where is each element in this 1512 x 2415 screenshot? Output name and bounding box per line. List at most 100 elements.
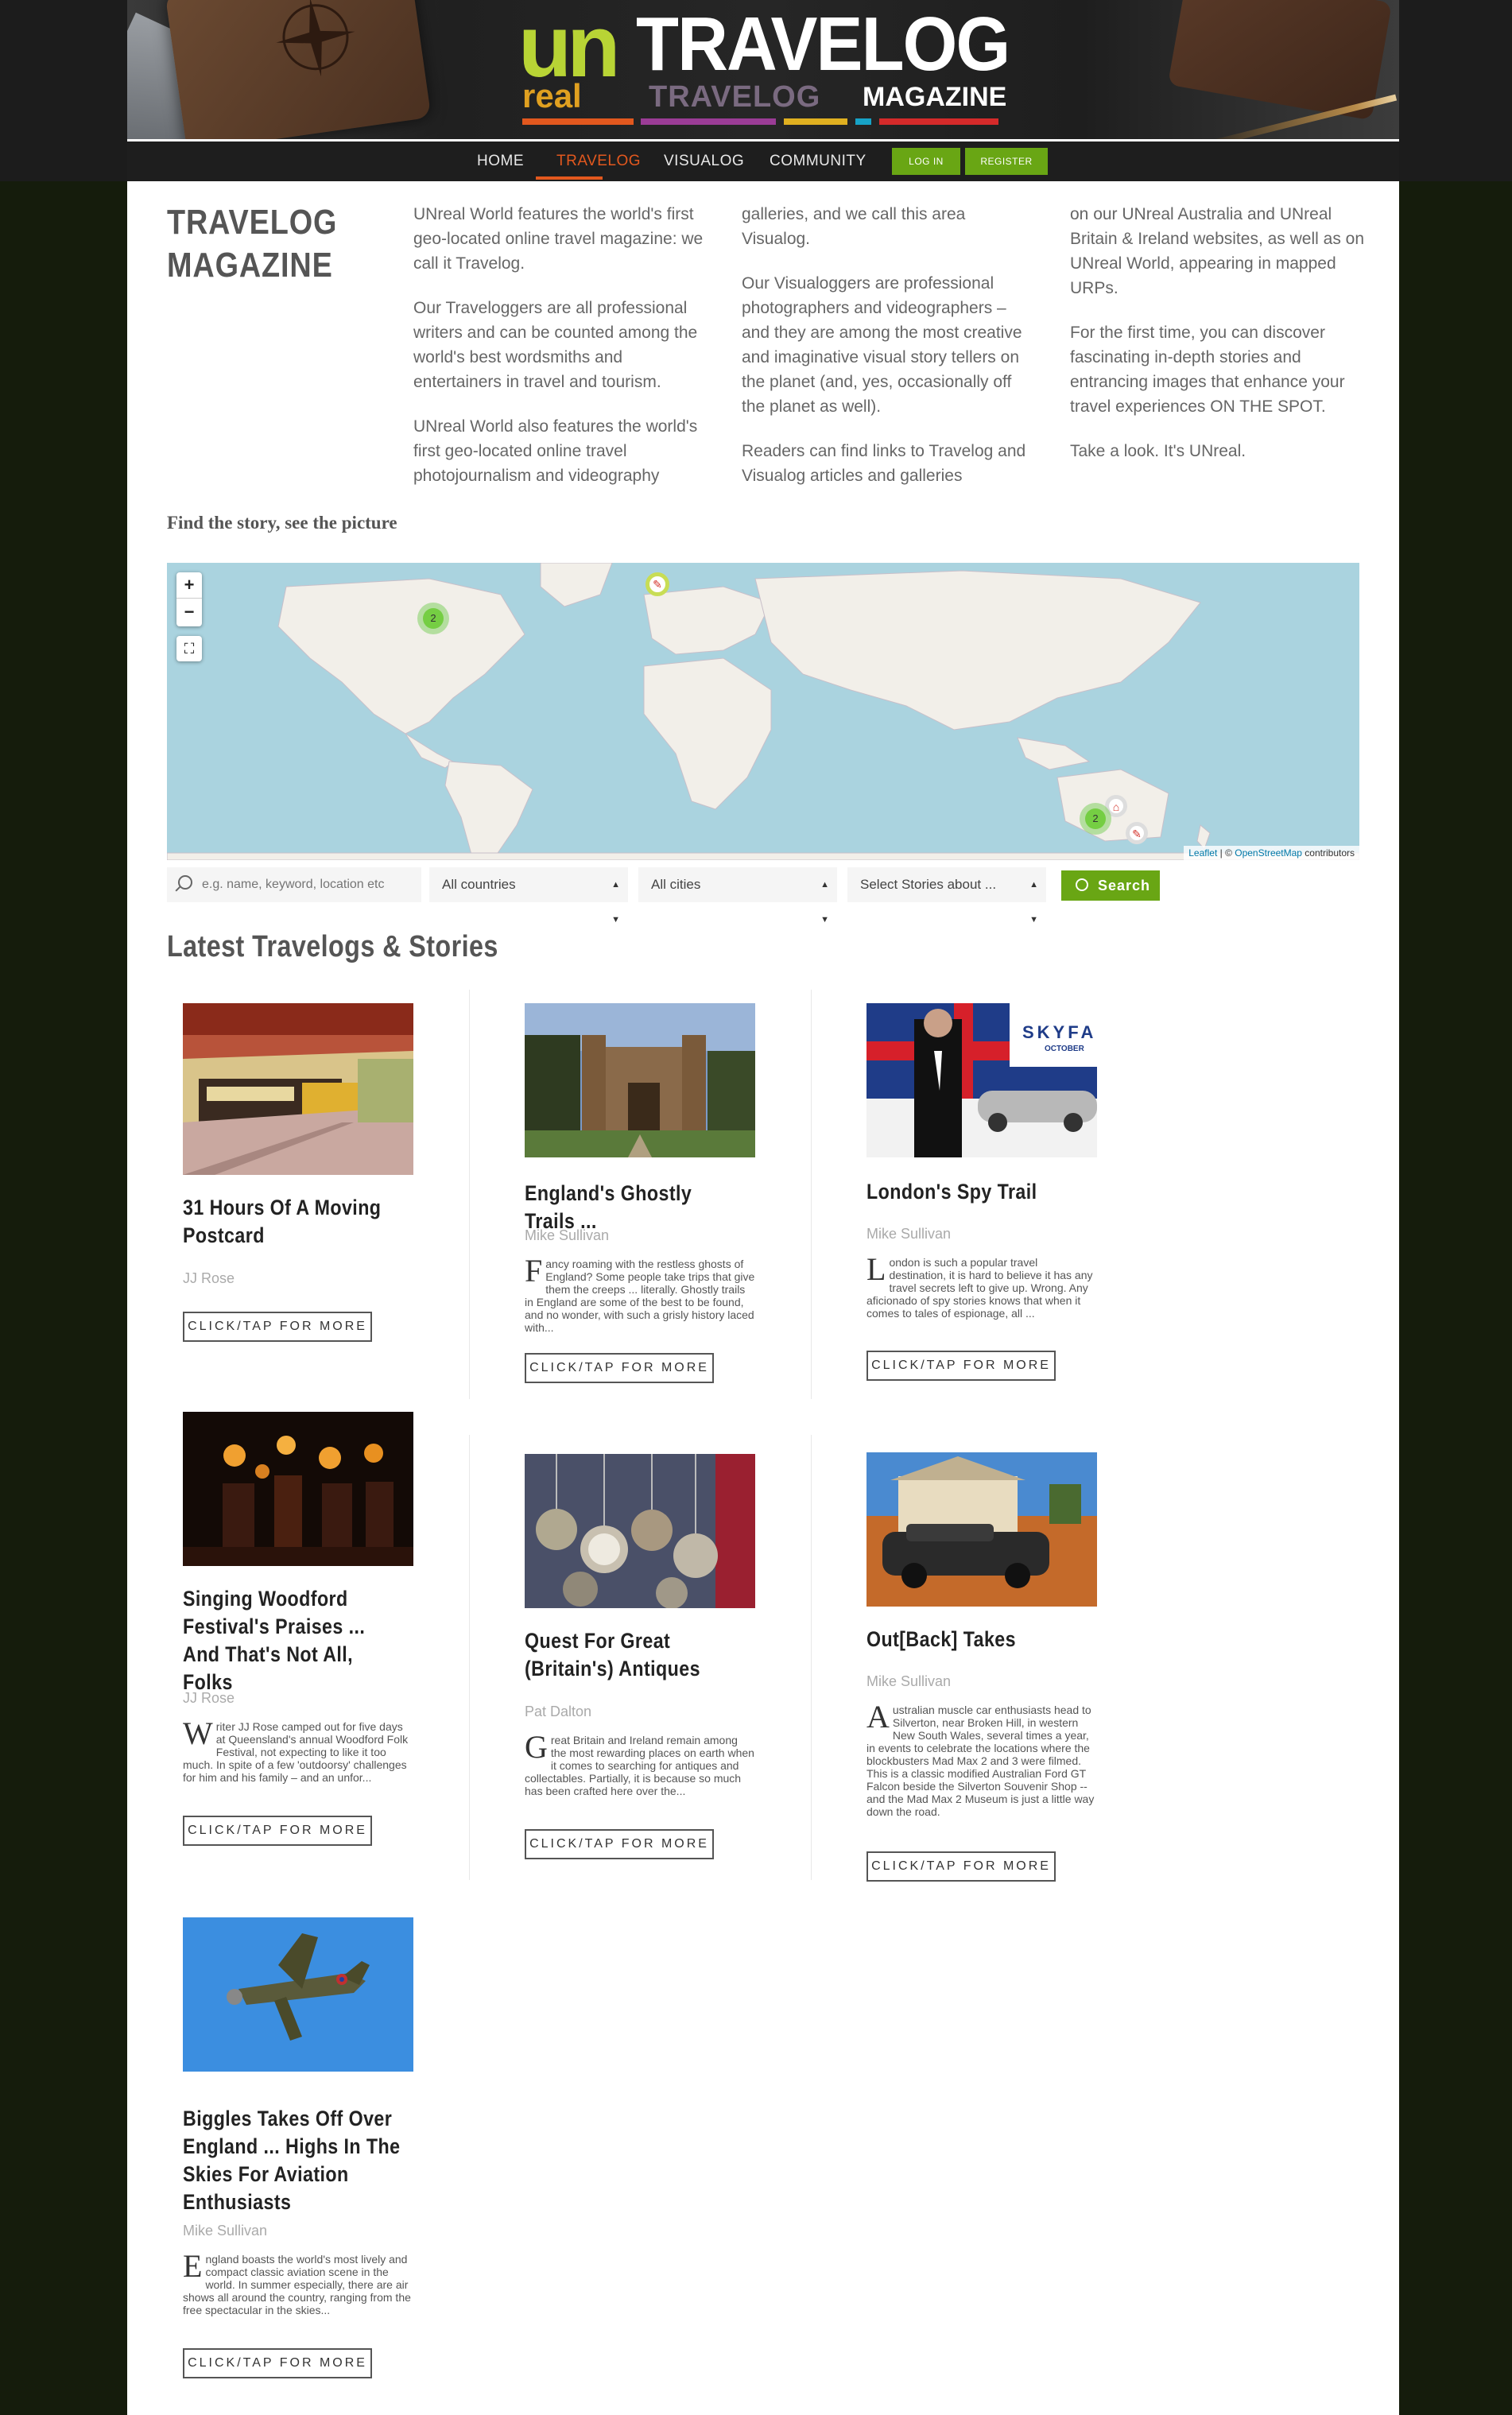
dropcap: G	[525, 1729, 548, 1765]
card-excerpt: Australian muscle car enthusiasts head t…	[866, 1699, 1097, 1819]
world-map-land	[167, 563, 1359, 860]
card-image-train[interactable]	[183, 1003, 413, 1175]
search-bar: All countries ▲▼ All cities ▲▼ Select St…	[167, 865, 1359, 925]
card-excerpt: Great Britain and Ireland remain among t…	[525, 1729, 755, 1798]
country-select-value: All countries	[442, 877, 516, 892]
world-map[interactable]: + − ⛶ 2 ✎ ⌂ 2 ✎ Leaflet | © OpenStreetMa…	[167, 563, 1359, 860]
dropcap: L	[866, 1251, 886, 1287]
stories-select-value: Select Stories about ...	[860, 877, 997, 892]
card-image-festival[interactable]	[183, 1412, 413, 1566]
color-bar-yellow	[784, 118, 847, 125]
poster-subtitle: OCTOBER	[1045, 1045, 1084, 1053]
search-button[interactable]: Search	[1061, 870, 1160, 901]
intro-paragraph: Our Traveloggers are all professional wr…	[413, 299, 698, 391]
column-divider	[469, 1435, 470, 1880]
fullscreen-icon[interactable]: ⛶	[176, 636, 202, 661]
header-banner: un real TRAVELOG TRAVELOG MAGAZINE	[127, 0, 1399, 139]
card-image-spy[interactable]: SKYFAL OCTOBER	[866, 1003, 1097, 1157]
card-author: Mike Sullivan	[866, 1226, 952, 1242]
page: un real TRAVELOG TRAVELOG MAGAZINE HOME …	[127, 0, 1399, 2415]
card-author: Pat Dalton	[525, 1704, 592, 1719]
column-divider	[811, 990, 812, 1399]
main-nav: HOME TRAVELOG VISUALOG COMMUNITY LOG IN …	[127, 141, 1399, 181]
card-excerpt: London is such a popular travel destinat…	[866, 1251, 1097, 1320]
notebook-image	[165, 0, 432, 139]
map-pin-england-icon[interactable]: ✎	[646, 572, 669, 596]
city-select-value: All cities	[651, 877, 701, 892]
card-title[interactable]: London's Spy Trail	[866, 1178, 1085, 1206]
intro-paragraph: Take a look. It's UNreal.	[1070, 442, 1246, 460]
select-caret-icon: ▲ ▼	[820, 880, 829, 925]
nav-active-underline	[536, 176, 603, 180]
read-more-button[interactable]: CLICK/TAP FOR MORE	[525, 1353, 714, 1383]
excerpt-text: ancy roaming with the restless ghosts of…	[525, 1258, 755, 1334]
read-more-button[interactable]: CLICK/TAP FOR MORE	[183, 1816, 372, 1846]
intro-column-3: on our UNreal Australia and UNreal Brita…	[1070, 202, 1364, 483]
intro-column-1: UNreal World features the world's first …	[413, 202, 708, 508]
logo-travelog[interactable]: TRAVELOG	[636, 6, 1010, 83]
intro-column-2: galleries, and we call this area Visualo…	[742, 202, 1036, 508]
stories-select[interactable]: Select Stories about ... ▲ ▼	[847, 867, 1046, 925]
read-more-button[interactable]: CLICK/TAP FOR MORE	[866, 1351, 1056, 1381]
country-select[interactable]: All countries ▲ ▼	[429, 867, 628, 925]
card-author: JJ Rose	[183, 1690, 235, 1706]
city-select[interactable]: All cities ▲ ▼	[638, 867, 837, 925]
card-image-spitfire[interactable]	[183, 1917, 413, 2072]
leaflet-link[interactable]: Leaflet	[1188, 847, 1217, 859]
intro-paragraph: Our Visualoggers are professional photog…	[742, 274, 1022, 416]
login-button[interactable]: LOG IN	[892, 148, 960, 175]
map-pin-nsw-icon[interactable]: ✎	[1126, 822, 1148, 844]
logo-travelog-ghost: TRAVELOG	[649, 80, 821, 114]
intro-paragraph: UNreal World also features the world's f…	[413, 417, 698, 485]
card-author: Mike Sullivan	[183, 2223, 268, 2239]
register-button[interactable]: REGISTER	[965, 148, 1048, 175]
excerpt-text: riter JJ Rose camped out for five days a…	[183, 1720, 409, 1784]
page-title-line1: TRAVELOG	[167, 203, 338, 242]
poster-title: SKYFAL	[1022, 1022, 1097, 1042]
intro-paragraph: galleries, and we call this area Visualo…	[742, 205, 966, 248]
page-title: TRAVELOG MAGAZINE	[167, 201, 338, 287]
map-cluster-north-america[interactable]: 2	[417, 603, 449, 634]
dropcap: E	[183, 2248, 203, 2284]
color-bar-cyan	[855, 118, 871, 125]
color-bar-red	[879, 118, 998, 125]
compass-icon	[276, 0, 355, 77]
color-bar-orange	[522, 118, 634, 125]
read-more-button[interactable]: CLICK/TAP FOR MORE	[525, 1829, 714, 1859]
column-divider	[811, 1435, 812, 1880]
logo-magazine: MAGAZINE	[863, 82, 1007, 112]
card-image-antiques[interactable]	[525, 1454, 755, 1608]
nav-community[interactable]: COMMUNITY	[770, 153, 866, 170]
read-more-button[interactable]: CLICK/TAP FOR MORE	[183, 1312, 372, 1342]
search-input[interactable]	[167, 867, 421, 902]
card-title[interactable]: Singing Woodford Festival's Praises ... …	[183, 1585, 401, 1696]
card-title[interactable]: Biggles Takes Off Over England ... Highs…	[183, 2105, 401, 2216]
card-image-castle[interactable]	[525, 1003, 755, 1157]
intro-paragraph: Readers can find links to Travelog and V…	[742, 442, 1026, 485]
intro-paragraph: For the first time, you can discover fas…	[1070, 324, 1345, 416]
dropcap: A	[866, 1699, 890, 1735]
nav-travelog[interactable]: TRAVELOG	[556, 153, 641, 170]
osm-link[interactable]: OpenStreetMap	[1235, 847, 1302, 859]
read-more-button[interactable]: CLICK/TAP FOR MORE	[183, 2348, 372, 2378]
card-excerpt: England boasts the world's most lively a…	[183, 2248, 413, 2317]
card-image-outback[interactable]	[866, 1452, 1097, 1607]
cluster-count: 2	[1085, 808, 1106, 829]
logo-real: real	[522, 77, 582, 114]
nav-visualog[interactable]: VISUALOG	[664, 153, 744, 170]
card-author: JJ Rose	[183, 1270, 235, 1286]
read-more-button[interactable]: CLICK/TAP FOR MORE	[866, 1851, 1056, 1882]
card-title[interactable]: Quest For Great (Britain's) Antiques	[525, 1627, 743, 1683]
zoom-in-button[interactable]: +	[176, 572, 202, 599]
notebook-right-image	[1167, 0, 1393, 121]
map-heading: Find the story, see the picture	[167, 513, 397, 533]
dropcap: F	[525, 1253, 543, 1289]
nav-home[interactable]: HOME	[477, 153, 524, 170]
page-title-line2: MAGAZINE	[167, 246, 333, 285]
excerpt-text: reat Britain and Ireland remain among th…	[525, 1734, 754, 1797]
zoom-out-button[interactable]: −	[176, 599, 202, 626]
card-title[interactable]: 31 Hours Of A Moving Postcard	[183, 1194, 401, 1250]
excerpt-text: ondon is such a popular travel destinati…	[866, 1256, 1093, 1320]
card-title[interactable]: Out[Back] Takes	[866, 1626, 1085, 1653]
map-cluster-australia[interactable]: 2	[1080, 803, 1111, 835]
